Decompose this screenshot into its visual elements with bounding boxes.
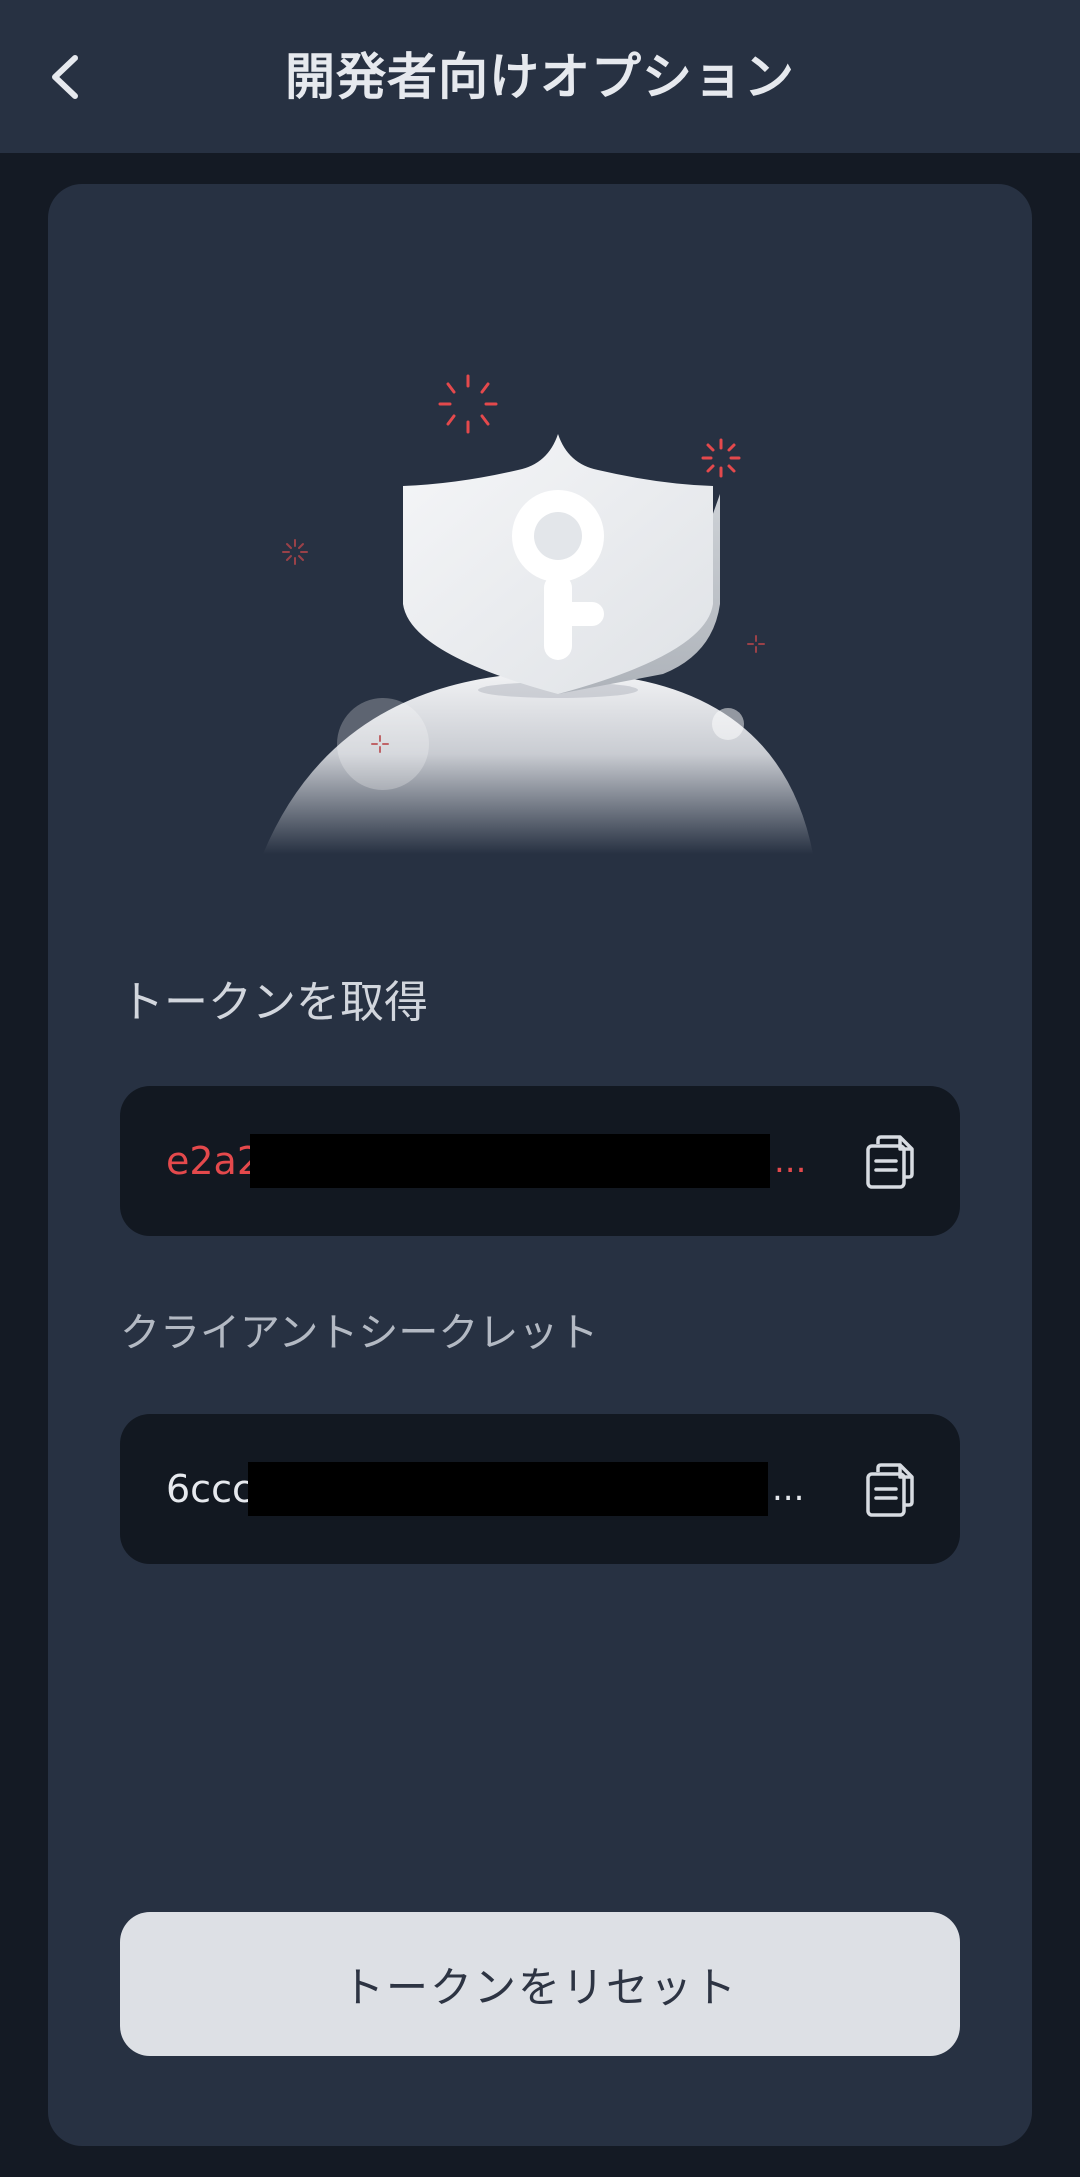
token-value: e2a2: [166, 1139, 262, 1183]
token-ellipsis: ...: [774, 1141, 807, 1181]
copy-icon: [866, 1135, 914, 1189]
copy-token-button[interactable]: [860, 1132, 920, 1192]
page-title: 開発者向けオプション: [285, 48, 795, 106]
client-secret-field: 6ccc ...: [120, 1414, 960, 1564]
developer-options-card: トークンを取得 e2a2 ... クライアントシークレット 6ccc ... ト…: [48, 184, 1032, 2146]
token-label: トークンを取得: [120, 977, 428, 1028]
redacted-block: [248, 1462, 768, 1516]
client-secret-value: 6ccc: [166, 1467, 253, 1511]
reset-token-button[interactable]: トークンをリセット: [120, 1912, 960, 2056]
shield-key-illustration: [263, 374, 813, 854]
redacted-block: [250, 1134, 770, 1188]
copy-client-secret-button[interactable]: [860, 1460, 920, 1520]
client-secret-ellipsis: ...: [772, 1469, 805, 1509]
token-field: e2a2 ...: [120, 1086, 960, 1236]
client-secret-label: クライアントシークレット: [120, 1310, 599, 1356]
copy-icon: [866, 1463, 914, 1517]
top-app-bar: 開発者向けオプション: [0, 0, 1080, 153]
